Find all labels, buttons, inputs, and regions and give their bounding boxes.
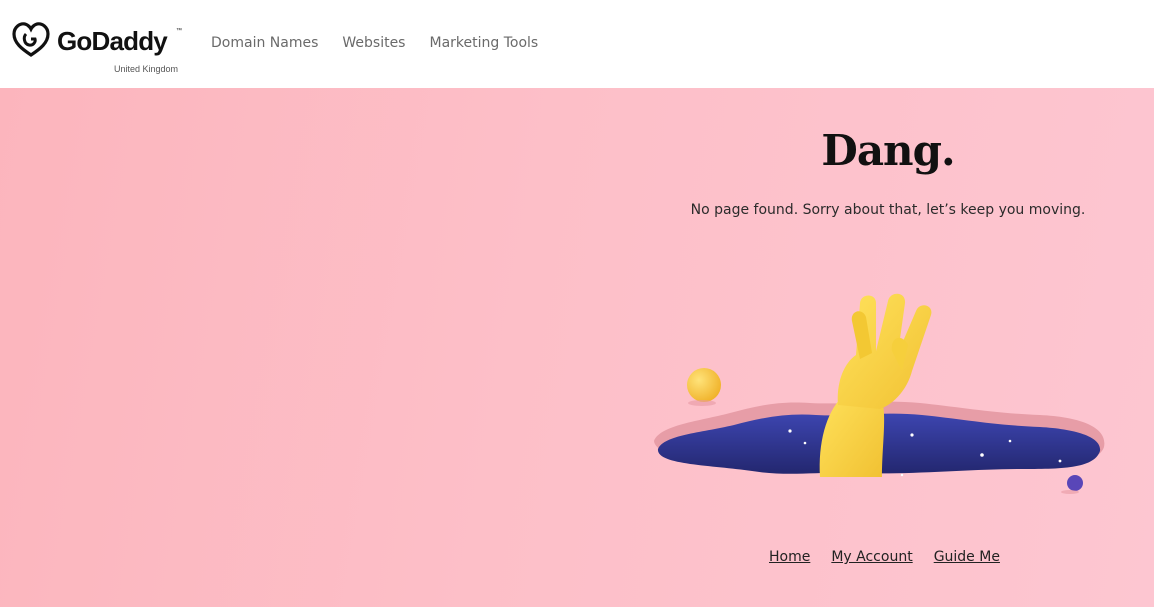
page-subtitle: No page found. Sorry about that, let’s k… bbox=[690, 202, 1086, 218]
trademark-mark: ™ bbox=[176, 28, 182, 34]
godaddy-heart-icon bbox=[12, 22, 50, 57]
brand-wordmark: GoDaddy bbox=[57, 26, 168, 56]
godaddy-logo[interactable]: GoDaddy ™ United Kingdom bbox=[12, 22, 182, 78]
site-header: GoDaddy ™ United Kingdom Domain Names We… bbox=[0, 0, 1154, 88]
home-link[interactable]: Home bbox=[769, 549, 810, 565]
my-account-link[interactable]: My Account bbox=[831, 549, 912, 565]
page-title: Dang. bbox=[821, 126, 955, 175]
region-label: United Kingdom bbox=[113, 64, 179, 74]
nav-websites[interactable]: Websites bbox=[342, 33, 405, 53]
main-nav: Domain Names Websites Marketing Tools bbox=[211, 33, 538, 53]
nav-marketing-tools[interactable]: Marketing Tools bbox=[429, 33, 538, 53]
guide-me-link[interactable]: Guide Me bbox=[934, 549, 1000, 565]
help-links: Home My Account Guide Me bbox=[769, 549, 1000, 565]
not-found-hero: Dang. No page found. Sorry about that, l… bbox=[0, 88, 1154, 607]
nav-domain-names[interactable]: Domain Names bbox=[211, 33, 318, 53]
hand-waving-from-hole-illustration bbox=[654, 293, 1105, 494]
